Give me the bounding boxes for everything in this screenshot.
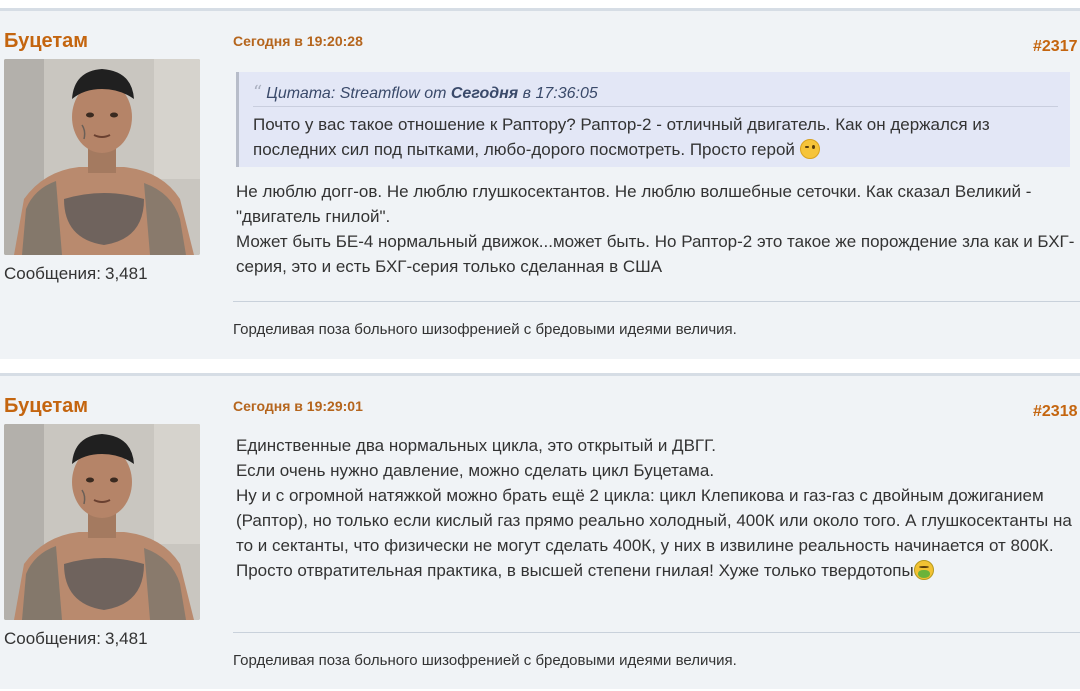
post-body-line: Единственные два нормальных цикла, это о… (236, 436, 716, 455)
post-date: Сегодня в 19:29:01 (233, 398, 363, 414)
messages-label: Сообщения: (4, 629, 101, 648)
messages-number: 3,481 (105, 264, 148, 283)
user-signature: Горделивая поза больного шизофренией с б… (233, 321, 737, 338)
signature-divider (233, 632, 1080, 633)
post-body: Единственные два нормальных цикла, это о… (236, 433, 1076, 583)
post-body-line: Ну и с огромной натяжкой можно брать ещё… (236, 483, 1076, 583)
post-body: Не люблю догг-ов. Не люблю глушкосектант… (236, 179, 1076, 279)
quote-block: “Цитата: Streamflow от Сегодня в 17:36:0… (236, 72, 1070, 167)
quote-prefix[interactable]: Цитата: Streamflow от (266, 85, 446, 102)
quote-line-1: Почто у вас такое отношение к Раптору? Р… (253, 115, 990, 134)
avatar[interactable] (4, 59, 200, 255)
avatar[interactable] (4, 424, 200, 620)
user-signature: Горделивая поза больного шизофренией с б… (233, 652, 737, 669)
nauseated-emoji-icon (913, 560, 934, 580)
post-number-link[interactable]: #2317 (1033, 38, 1078, 56)
post-author[interactable]: Буцетам (4, 30, 88, 53)
forum-post: Буцетам Сообщения: 3,481 Сегодня в 19:20:… (0, 8, 1080, 359)
post-date: Сегодня в 19:20:28 (233, 33, 363, 49)
signature-divider (233, 301, 1080, 302)
quote-when-bold: Сегодня (450, 85, 519, 102)
post-author[interactable]: Буцетам (4, 395, 88, 418)
post-number-link[interactable]: #2318 (1033, 403, 1078, 421)
quote-text: Почто у вас такое отношение к Раптору? Р… (253, 112, 1058, 162)
messages-count: Сообщения: 3,481 (4, 629, 148, 649)
quote-when-rest: в 17:36:05 (522, 85, 598, 102)
post-body-line: Если очень нужно давление, можно сделать… (236, 461, 715, 480)
quote-header: “Цитата: Streamflow от Сегодня в 17:36:0… (253, 82, 1058, 107)
post-body-text: Ну и с огромной натяжкой можно брать ещё… (236, 486, 1072, 580)
forum-post: Буцетам Сообщения: 3,481 Сегодня в 19:29:… (0, 373, 1080, 689)
wink-emoji-icon (799, 139, 820, 159)
post-body-line: Не люблю догг-ов. Не люблю глушкосектант… (236, 182, 1032, 226)
post-body-line: Может быть БЕ-4 нормальный движок...може… (236, 232, 1075, 276)
quote-line-2: последних сил под пытками, любо-дорого п… (253, 140, 795, 159)
post-separator (0, 359, 1080, 371)
messages-number: 3,481 (105, 629, 148, 648)
quote-mark-icon: “ (253, 82, 263, 103)
messages-count: Сообщения: 3,481 (4, 264, 148, 284)
messages-label: Сообщения: (4, 264, 101, 283)
